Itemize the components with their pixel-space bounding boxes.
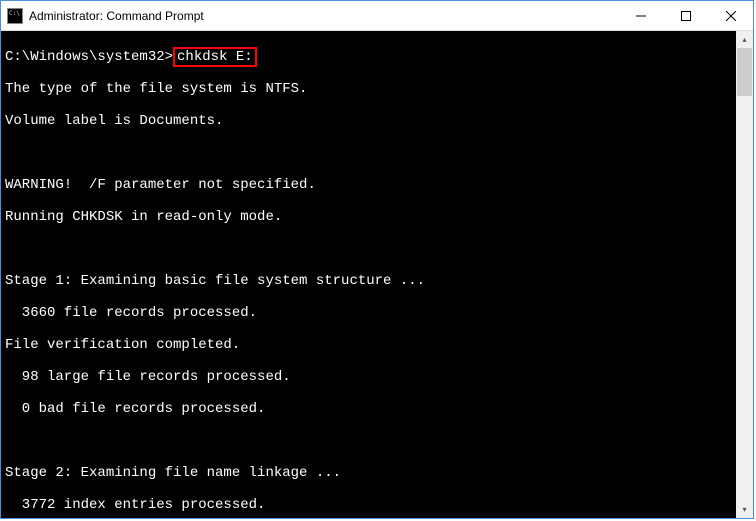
scroll-down-button[interactable]: ▾ <box>736 501 753 518</box>
scroll-up-button[interactable]: ▴ <box>736 31 753 48</box>
prompt: C:\Windows\system32> <box>5 49 173 65</box>
output-line <box>5 145 732 161</box>
vertical-scrollbar[interactable]: ▴ ▾ <box>736 31 753 518</box>
minimize-button[interactable] <box>618 1 663 30</box>
scroll-thumb[interactable] <box>737 48 752 96</box>
command-highlight: chkdsk E: <box>173 47 257 67</box>
command-prompt-window: Administrator: Command Prompt C:\Windows… <box>0 0 754 519</box>
output-line: 0 bad file records processed. <box>5 401 732 417</box>
output-line: Volume label is Documents. <box>5 113 732 129</box>
output-line: Stage 2: Examining file name linkage ... <box>5 465 732 481</box>
close-button[interactable] <box>708 1 753 30</box>
output-line: Stage 1: Examining basic file system str… <box>5 273 732 289</box>
window-title: Administrator: Command Prompt <box>29 9 618 23</box>
terminal-output[interactable]: C:\Windows\system32>chkdsk E: The type o… <box>1 31 736 518</box>
output-line: WARNING! /F parameter not specified. <box>5 177 732 193</box>
output-line: Running CHKDSK in read-only mode. <box>5 209 732 225</box>
output-line: The type of the file system is NTFS. <box>5 81 732 97</box>
output-line: 98 large file records processed. <box>5 369 732 385</box>
terminal-area: C:\Windows\system32>chkdsk E: The type o… <box>1 31 753 518</box>
output-line: 3772 index entries processed. <box>5 497 732 513</box>
output-line <box>5 433 732 449</box>
output-line: 3660 file records processed. <box>5 305 732 321</box>
output-line: File verification completed. <box>5 337 732 353</box>
cmd-icon <box>7 8 23 24</box>
output-line <box>5 241 732 257</box>
titlebar[interactable]: Administrator: Command Prompt <box>1 1 753 31</box>
window-controls <box>618 1 753 30</box>
maximize-button[interactable] <box>663 1 708 30</box>
